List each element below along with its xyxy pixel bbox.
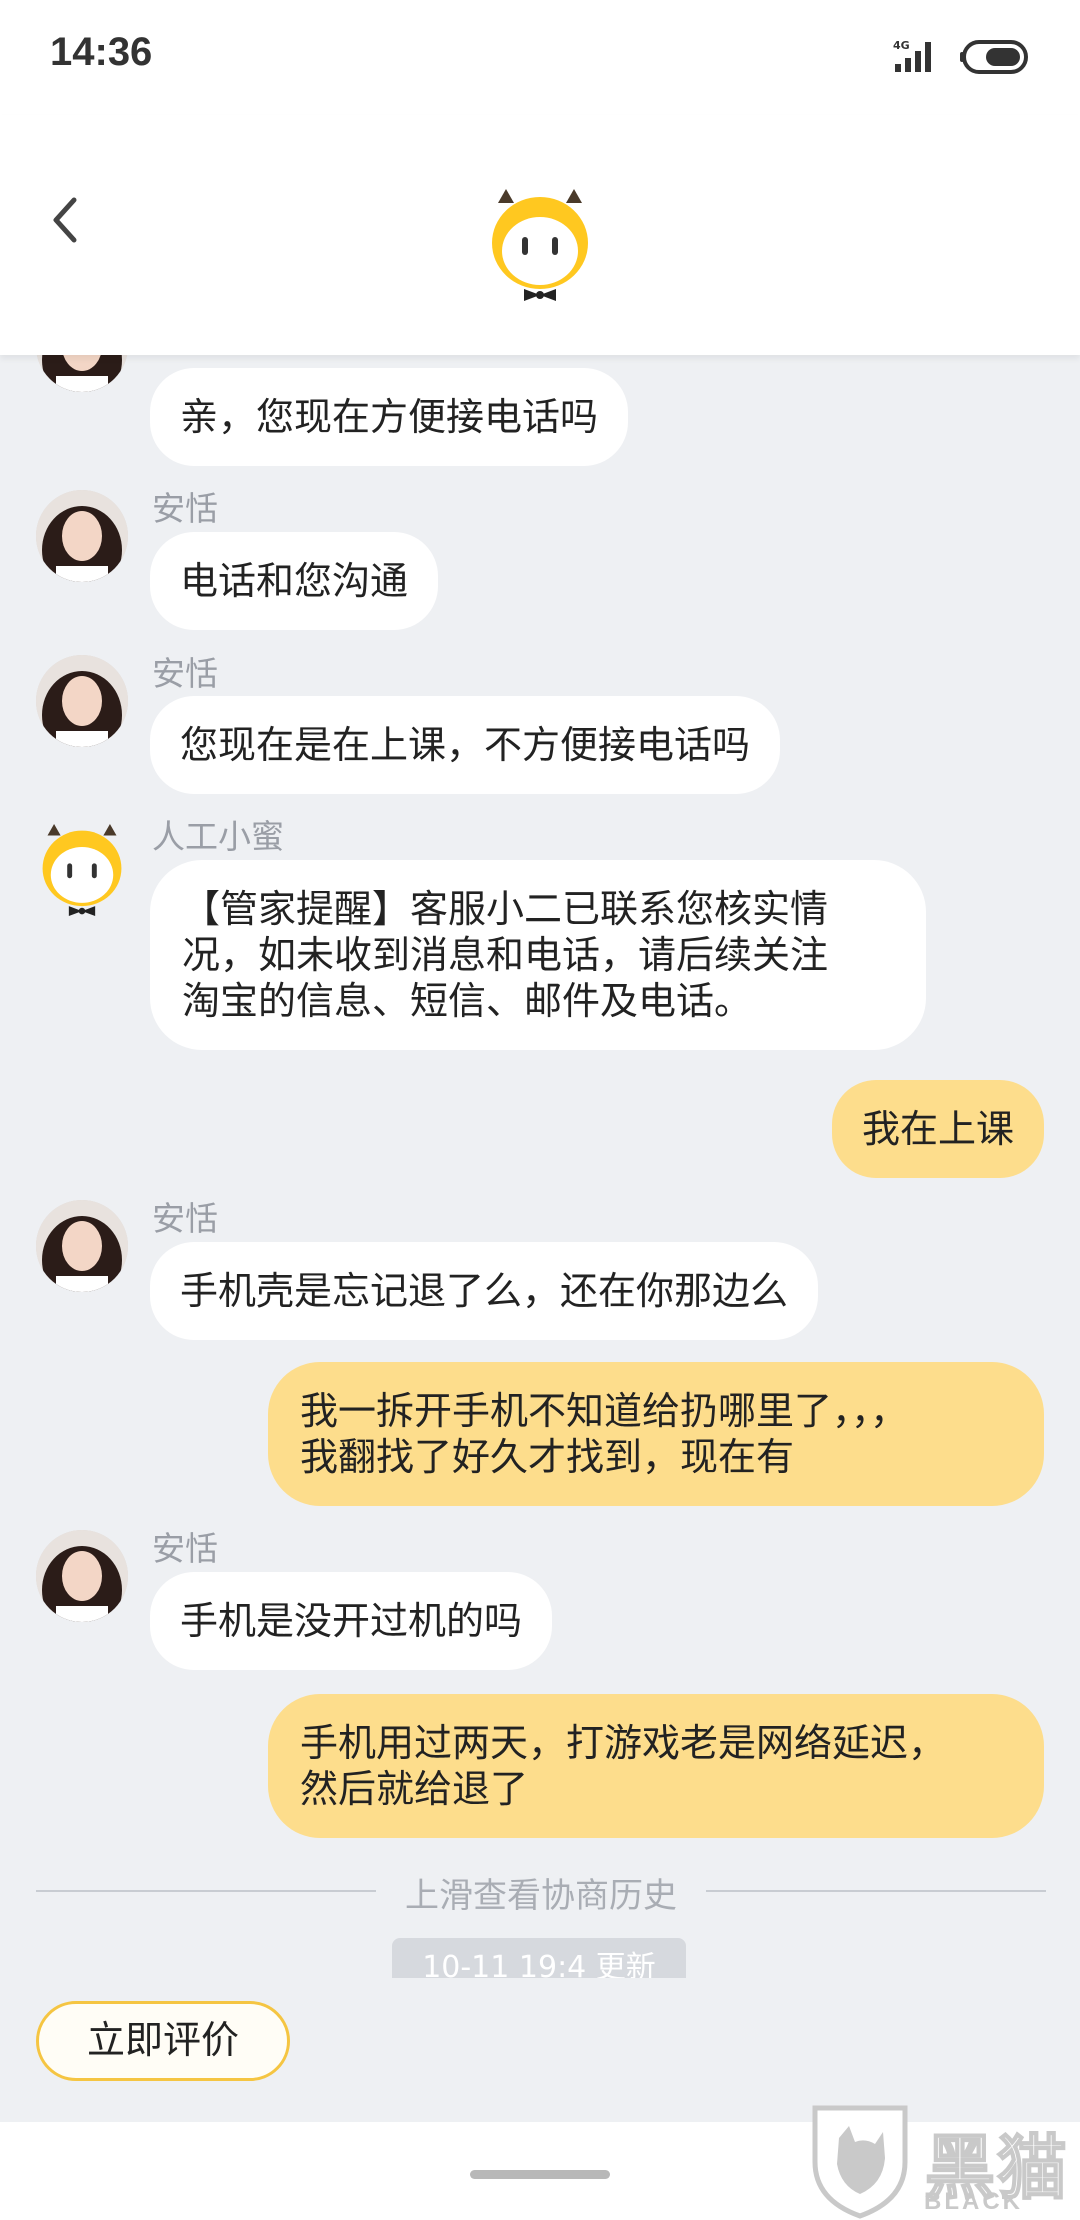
message-bubble-incoming[interactable]: 您现在是在上课，不方便接电话吗	[150, 696, 781, 794]
watermark-subtitle: BLACK CAT	[924, 2188, 1023, 2220]
signal-4g-icon: 4G	[893, 39, 931, 72]
message-line: 我一拆开手机不知道给扔哪里了，，，	[300, 1389, 909, 1433]
message-bubble-incoming[interactable]: 电话和您沟通	[150, 532, 439, 630]
sender-name: 人工小蜜	[152, 817, 284, 856]
agent-avatar[interactable]	[36, 655, 128, 747]
message-line: 手机用过两天，打游戏老是网络延迟，	[300, 1721, 947, 1765]
message-bubble-outgoing[interactable]: 手机用过两天，打游戏老是网络延迟， 然后就给退了	[268, 1694, 1044, 1838]
network-label: 4G	[893, 39, 910, 52]
chevron-left-icon[interactable]	[40, 180, 100, 260]
message-line: 【管家提醒】客服小二已联系您核实情	[182, 887, 829, 931]
agent-avatar[interactable]	[36, 490, 128, 582]
chat-list[interactable]: 亲，您现在方便接电话吗 安恬 电话和您沟通 安恬 您现在是在上课，不方便接电话吗…	[0, 330, 1080, 1980]
message-line: 然后就给退了	[300, 1767, 529, 1811]
sender-name: 安恬	[152, 654, 218, 693]
history-label: 上滑查看协商历史	[405, 1876, 677, 1916]
agent-avatar[interactable]	[36, 1200, 128, 1292]
home-indicator[interactable]	[470, 2170, 610, 2179]
bottom-bar	[0, 2122, 1080, 2220]
sender-name: 安恬	[152, 489, 218, 528]
chat-header	[0, 115, 1080, 355]
status-bar: 14:36 4G	[0, 0, 1080, 115]
message-bubble-outgoing[interactable]: 我一拆开手机不知道给扔哪里了，，， 我翻找了好久才找到，现在有	[268, 1362, 1044, 1506]
message-line: 淘宝的信息、短信、邮件及电话。	[182, 979, 753, 1023]
black-cat-logo	[812, 2105, 908, 2219]
message-bubble-incoming[interactable]: 亲，您现在方便接电话吗	[150, 368, 629, 466]
status-time: 14:36	[50, 30, 153, 74]
battery-icon	[960, 40, 1028, 74]
message-bubble-incoming[interactable]: 【管家提醒】客服小二已联系您核实情 况，如未收到消息和电话，请后续关注 淘宝的信…	[150, 860, 926, 1050]
sender-name: 安恬	[152, 1529, 218, 1568]
sender-name: 安恬	[152, 1199, 218, 1238]
message-line: 况，如未收到消息和电话，请后续关注	[182, 933, 829, 977]
history-divider[interactable]: 上滑查看协商历史	[36, 1868, 1046, 1916]
message-line: 我翻找了好久才找到，现在有	[300, 1435, 795, 1479]
message-bubble-incoming[interactable]: 手机是没开过机的吗	[150, 1572, 553, 1670]
agent-avatar[interactable]	[36, 1530, 128, 1622]
message-bubble-incoming[interactable]: 手机壳是忘记退了么，还在你那边么	[150, 1242, 819, 1340]
message-bubble-outgoing[interactable]: 我在上课	[831, 1080, 1044, 1178]
owl-mascot-avatar[interactable]	[36, 818, 128, 922]
rate-now-button[interactable]: 立即评价	[36, 2001, 290, 2081]
update-chip: 10-11 19:4 更新	[392, 1938, 686, 1978]
owl-mascot-icon	[492, 189, 588, 301]
